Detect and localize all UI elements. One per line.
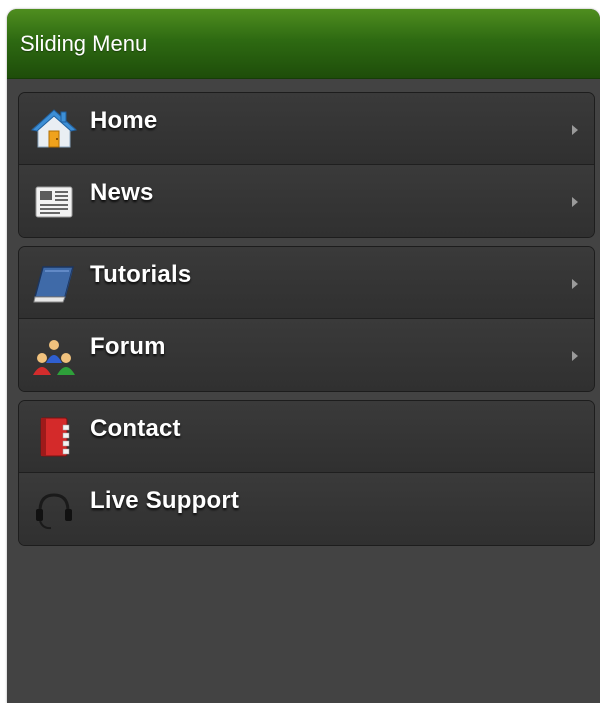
- menu-item-live-support-label: Live Support: [90, 487, 240, 514]
- menu-group-1: Home News: [18, 92, 595, 238]
- chevron-right-icon: [572, 125, 578, 135]
- chevron-right-icon: [572, 279, 578, 289]
- menu-group-3: Contact Live Support: [18, 400, 595, 546]
- menu-item-tutorials-label: Tutorials: [90, 261, 192, 288]
- menu-item-live-support[interactable]: Live Support: [19, 473, 594, 545]
- menu-header: Sliding Menu: [7, 9, 600, 79]
- menu-item-tutorials[interactable]: Tutorials: [19, 247, 594, 319]
- home-icon: [31, 107, 77, 153]
- menu-item-contact-label: Contact: [90, 415, 181, 442]
- headset-icon: [31, 487, 77, 533]
- menu-group-2: Tutorials Forum: [18, 246, 595, 392]
- menu-item-forum[interactable]: Forum: [19, 319, 594, 391]
- chevron-right-icon: [572, 197, 578, 207]
- newspaper-icon: [31, 179, 77, 225]
- menu-item-home[interactable]: Home: [19, 93, 594, 165]
- address-book-icon: [31, 415, 77, 461]
- menu-item-news-label: News: [90, 179, 154, 206]
- menu-title: Sliding Menu: [20, 30, 148, 56]
- menu-item-forum-label: Forum: [90, 333, 166, 360]
- book-icon: [31, 261, 77, 307]
- users-icon: [31, 333, 77, 379]
- chevron-right-icon: [572, 351, 578, 361]
- menu-item-home-label: Home: [90, 107, 158, 134]
- menu-item-news[interactable]: News: [19, 165, 594, 237]
- menu-item-contact[interactable]: Contact: [19, 401, 594, 473]
- sliding-menu-panel: Sliding Menu Home News Tutorials Forum C…: [7, 9, 600, 703]
